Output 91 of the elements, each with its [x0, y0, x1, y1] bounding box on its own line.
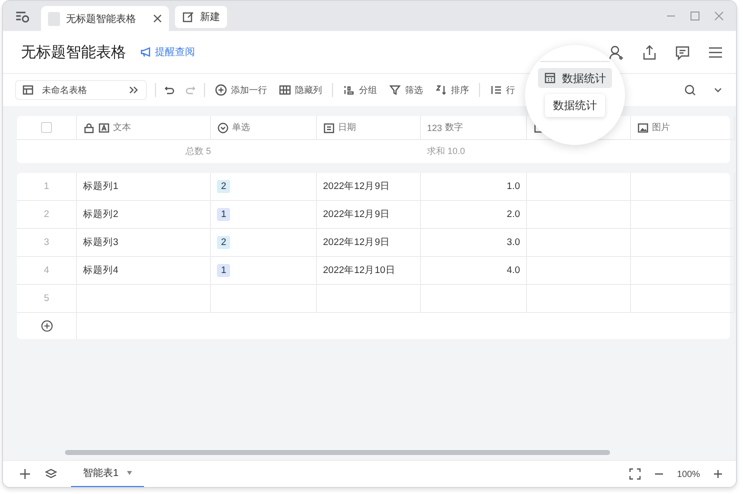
table-cell[interactable]: 标题列2: [77, 201, 211, 229]
table-cell[interactable]: 3.0: [421, 229, 527, 257]
table-cell[interactable]: 2: [211, 173, 317, 201]
summary-count: 总数 5: [185, 145, 211, 158]
column-label: 单选: [232, 121, 250, 134]
megaphone-icon: [140, 46, 152, 58]
toolbar-button[interactable]: 添加一行: [213, 84, 269, 96]
edit-icon: [182, 11, 194, 23]
table-cell[interactable]: 标题列3: [77, 229, 211, 257]
calculator-icon: [544, 72, 556, 84]
comment-icon[interactable]: [674, 44, 691, 60]
row-number: 3: [17, 229, 77, 257]
table-cell[interactable]: 标题列4: [77, 257, 211, 285]
redo-icon[interactable]: [184, 84, 196, 96]
table-cell[interactable]: [631, 257, 735, 285]
group-icon: [343, 84, 355, 96]
toolbar-button[interactable]: 行: [488, 84, 517, 96]
remind-link[interactable]: 提醒查阅: [140, 45, 195, 59]
table-cell[interactable]: 1: [211, 257, 317, 285]
tooltip: 数据统计: [545, 94, 605, 117]
maximize-icon[interactable]: [690, 11, 700, 21]
fullscreen-icon[interactable]: [628, 468, 641, 480]
search-icon[interactable]: [684, 84, 696, 96]
add-user-icon[interactable]: [608, 44, 625, 60]
column-label: 日期: [338, 121, 356, 134]
plus-circle-icon: [215, 84, 227, 96]
browser-tab[interactable]: 无标题智能表格: [41, 6, 169, 31]
undo-icon[interactable]: [164, 84, 176, 96]
column-header[interactable]: 123 数字: [421, 116, 527, 140]
option-tag: 2: [217, 236, 230, 249]
toolbar-button[interactable]: 排序: [433, 84, 471, 96]
table-cell[interactable]: 标题列1: [77, 173, 211, 201]
sheet-selector[interactable]: 未命名表格: [15, 80, 147, 100]
zoom-level: 100%: [676, 469, 700, 479]
summary-sum: 求和 10.0: [427, 145, 466, 158]
table-cell[interactable]: [631, 229, 735, 257]
column-header[interactable]: 文本: [77, 116, 211, 140]
table-cell[interactable]: 2022年12月9日: [317, 201, 421, 229]
history-icon[interactable]: [15, 9, 29, 23]
column-header[interactable]: 日期: [317, 116, 421, 140]
zoom-in-icon[interactable]: [712, 468, 724, 480]
number-type-label: 123: [427, 122, 442, 132]
option-tag: 1: [217, 208, 230, 221]
document-title: 无标题智能表格: [21, 42, 126, 62]
layers-icon[interactable]: [45, 468, 57, 480]
table-cell[interactable]: 2022年12月9日: [317, 229, 421, 257]
document-icon: [48, 12, 60, 26]
table-cell[interactable]: [631, 201, 735, 229]
table-cell[interactable]: [631, 173, 735, 201]
column-label: 数字: [445, 121, 464, 134]
row-number: 4: [17, 257, 77, 285]
plus-icon[interactable]: [19, 468, 31, 480]
table-icon: [22, 84, 34, 96]
select-all-checkbox[interactable]: [41, 122, 52, 133]
table-cell[interactable]: 4.0: [421, 257, 527, 285]
dropdown-circle-icon: [217, 122, 229, 134]
browser-tab[interactable]: 新建: [175, 6, 227, 28]
option-tag: 1: [217, 264, 230, 277]
sort-icon: [435, 84, 447, 96]
table-cell[interactable]: [631, 285, 735, 313]
share-icon[interactable]: [641, 44, 658, 60]
table-cell[interactable]: 2022年12月9日: [317, 173, 421, 201]
row-number: 1: [17, 173, 77, 201]
table-cell[interactable]: 2: [211, 229, 317, 257]
column-label: 图片: [652, 121, 670, 134]
table-cell[interactable]: 1: [211, 201, 317, 229]
toolbar-button[interactable]: 分组: [341, 84, 379, 96]
toolbar-button[interactable]: 隐藏列: [277, 84, 324, 96]
toolbar-button[interactable]: 筛选: [387, 84, 425, 96]
filter-icon: [389, 84, 401, 96]
column-label: 文本: [113, 121, 131, 134]
add-circle-icon[interactable]: [40, 320, 52, 332]
close-icon[interactable]: [153, 14, 162, 23]
double-chevron-icon: [128, 84, 140, 96]
statistics-button[interactable]: 数据统计: [538, 68, 612, 88]
column-header[interactable]: 单选: [211, 116, 317, 140]
column-header[interactable]: 图片: [631, 116, 735, 140]
table-cell[interactable]: 2.0: [421, 201, 527, 229]
lock-icon: [83, 122, 95, 134]
scrollbar[interactable]: [65, 450, 610, 455]
image-icon: [637, 122, 649, 134]
calendar-icon: [323, 122, 335, 134]
row-height-icon: [490, 84, 502, 96]
text-field-icon: [98, 122, 110, 134]
table-cell[interactable]: 1.0: [421, 173, 527, 201]
table-cell[interactable]: 2022年12月10日: [317, 257, 421, 285]
option-tag: 2: [217, 180, 230, 193]
row-number: 5: [17, 285, 77, 313]
grid-icon: [279, 84, 291, 96]
row-number: 2: [17, 201, 77, 229]
caret-icon: [126, 471, 132, 475]
